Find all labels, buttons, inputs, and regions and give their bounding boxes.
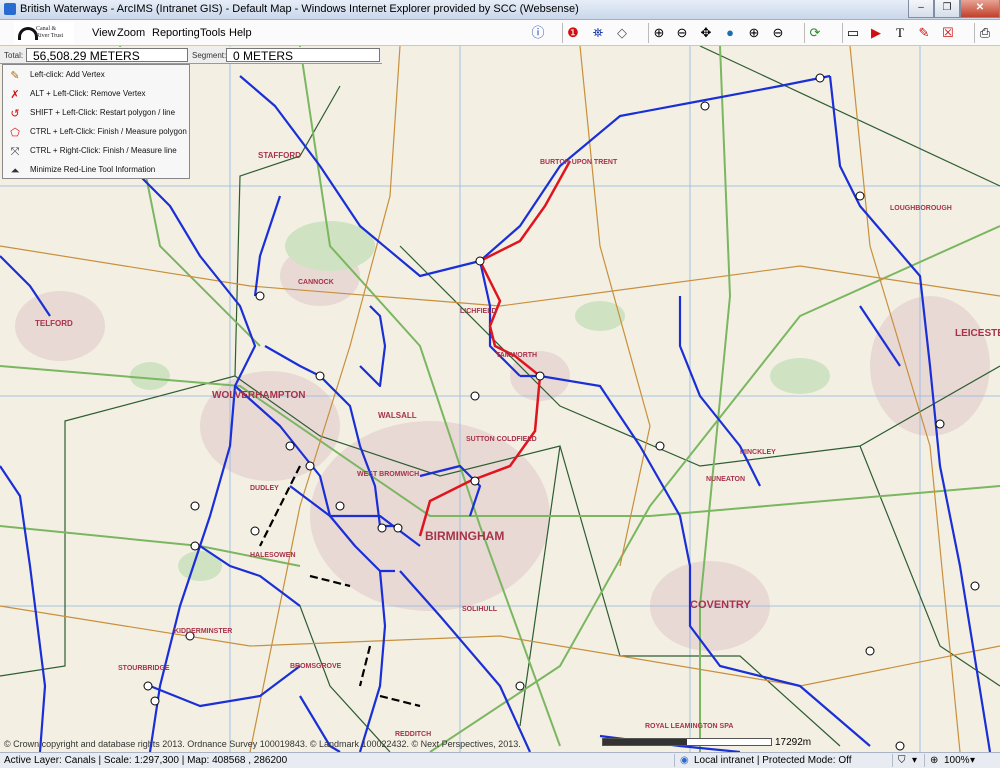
refresh-icon[interactable]: ⟳ (804, 23, 825, 43)
redline-draw-icon[interactable]: ✎ (914, 23, 934, 43)
place-label: HINCKLEY (740, 449, 776, 456)
place-label: COVENTRY (690, 599, 751, 611)
help-item-add-vertex: ✎ Left-click: Add Vertex (6, 67, 188, 85)
status-zoom[interactable]: 100% (944, 755, 970, 766)
place-label: SOLIHULL (462, 606, 498, 613)
scale-bar (602, 738, 772, 746)
help-item-measure-polygon: ⬠ CTRL + Left-Click: Finish / Measure po… (6, 124, 188, 142)
place-label: HALESOWEN (250, 552, 296, 559)
measurement-bar: Total: 56,508.29 METERS Segment: 0 METER… (0, 47, 382, 64)
zoom-next-icon[interactable]: ⊖ (768, 23, 788, 43)
menu-help[interactable]: Help (229, 27, 252, 39)
eraser-icon[interactable]: ◇ (612, 23, 632, 43)
status-zone: Local intranet | Protected Mode: Off (694, 755, 852, 766)
place-label: TAMWORTH (496, 352, 537, 359)
text-tool-icon[interactable]: T (890, 23, 910, 43)
app-toolbar: Canal & River Trust View Zoom Reporting … (0, 20, 1000, 46)
print-icon[interactable]: ⎙ (974, 23, 995, 43)
help-item-minimize[interactable]: ⏶ Minimize Red-Line Tool Information (6, 162, 188, 180)
help-item-text: CTRL + Right-Click: Finish / Measure lin… (30, 146, 177, 155)
pan-icon[interactable]: ✥ (696, 23, 716, 43)
place-label: ROYAL LEAMINGTON SPA (645, 723, 733, 730)
measure-polygon-icon: ⬠ (10, 127, 20, 139)
measure-ruler-icon[interactable]: ▭ (842, 23, 863, 43)
zoom-out-icon[interactable]: ⊖ (672, 23, 692, 43)
segment-distance-field: 0 METERS (226, 48, 380, 63)
menu-zoom[interactable]: Zoom (117, 27, 145, 39)
clear-redline-icon[interactable]: ☒ (938, 23, 958, 43)
remove-vertex-icon: ✗ (10, 89, 20, 101)
zoom-magnifier-icon[interactable]: ⊕ (930, 755, 938, 766)
canal-river-trust-logo: Canal & River Trust (14, 22, 74, 44)
help-item-restart: ↺ SHIFT + Left-Click: Restart polygon / … (6, 105, 188, 123)
place-label: SUTTON COLDFIELD (466, 436, 537, 443)
minimize-icon[interactable]: ⏶ (8, 164, 22, 178)
menu-view[interactable]: View (92, 27, 116, 39)
pencil-icon: ✎ (10, 70, 20, 82)
security-shield-icon[interactable]: ⛉ (898, 755, 906, 766)
place-label: DUDLEY (250, 485, 279, 492)
help-item-text: CTRL + Left-Click: Finish / Measure poly… (30, 127, 187, 136)
map-copyright: © Crown copyright and database rights 20… (4, 739, 521, 749)
minimize-button[interactable]: – (908, 0, 934, 18)
place-label: BIRMINGHAM (425, 529, 504, 543)
place-label: CANNOCK (298, 279, 334, 286)
zoom-dropdown-icon[interactable]: ▾ (970, 755, 975, 766)
help-item-text: SHIFT + Left-Click: Restart polygon / li… (30, 108, 176, 117)
logo-line-2: River Trust (36, 33, 64, 39)
place-label: WEST BROMWICH (357, 471, 419, 478)
maximize-button[interactable]: ❐ (934, 0, 960, 18)
help-item-text: ALT + Left-Click: Remove Vertex (30, 89, 146, 98)
scale-bar-label: 17292m (775, 737, 812, 748)
place-label: KIDDERMINSTER (174, 628, 232, 635)
total-label: Total: (4, 51, 24, 60)
info-icon[interactable]: ⓘ (528, 23, 548, 43)
bridge-arch-icon (18, 27, 38, 40)
chevron-down-icon[interactable]: ▾ (912, 755, 917, 766)
status-bar: Active Layer: Canals | Scale: 1:297,300 … (0, 752, 1000, 768)
place-label: STOURBRIDGE (118, 665, 170, 672)
full-extent-globe-icon[interactable]: ● (720, 23, 740, 43)
place-label: REDDITCH (395, 731, 431, 738)
help-item-text: Left-click: Add Vertex (30, 70, 105, 79)
status-layer-info: Active Layer: Canals | Scale: 1:297,300 … (4, 755, 288, 766)
logo-line-1: Canal & (36, 26, 57, 32)
restart-icon: ↺ (10, 108, 20, 120)
place-label: BROMSGROVE (290, 663, 342, 670)
place-label: LICHFIELD (460, 308, 497, 315)
help-item-text[interactable]: Minimize Red-Line Tool Information (30, 165, 155, 174)
find-binoculars-icon[interactable]: ⛯ (588, 23, 608, 43)
total-distance-field: 56,508.29 METERS (26, 48, 188, 63)
place-label: WALSALL (378, 411, 417, 420)
redline-tool-info-panel: ✎ Left-click: Add Vertex ✗ ALT + Left-Cl… (2, 64, 190, 179)
segment-label: Segment: (192, 51, 227, 60)
ie-icon (4, 3, 16, 15)
menu-reporting[interactable]: Reporting (152, 27, 200, 39)
redline-icon[interactable]: ▶ (866, 23, 886, 43)
close-button[interactable]: ✕ (960, 0, 1000, 18)
window-titlebar: British Waterways - ArcIMS (Intranet GIS… (0, 0, 1000, 20)
place-label: STAFFORD (258, 151, 301, 160)
intranet-globe-icon: ◉ (680, 755, 689, 766)
identify-icon[interactable]: ❶ (562, 23, 583, 43)
place-label: LEICESTER (955, 328, 1000, 339)
place-label: LOUGHBOROUGH (890, 205, 952, 212)
zoom-in-icon[interactable]: ⊕ (648, 23, 669, 43)
place-label: NUNEATON (706, 476, 745, 483)
window-title: British Waterways - ArcIMS (Intranet GIS… (20, 3, 579, 15)
help-item-remove-vertex: ✗ ALT + Left-Click: Remove Vertex (6, 86, 188, 104)
place-label: TELFORD (35, 319, 73, 328)
help-item-measure-line: ⤧ CTRL + Right-Click: Finish / Measure l… (6, 143, 188, 161)
menu-tools[interactable]: Tools (200, 27, 226, 39)
zoom-previous-icon[interactable]: ⊕ (744, 23, 764, 43)
measure-line-icon: ⤧ (10, 146, 20, 158)
place-label: WOLVERHAMPTON (212, 390, 306, 401)
place-label: BURTON UPON TRENT (540, 159, 618, 166)
